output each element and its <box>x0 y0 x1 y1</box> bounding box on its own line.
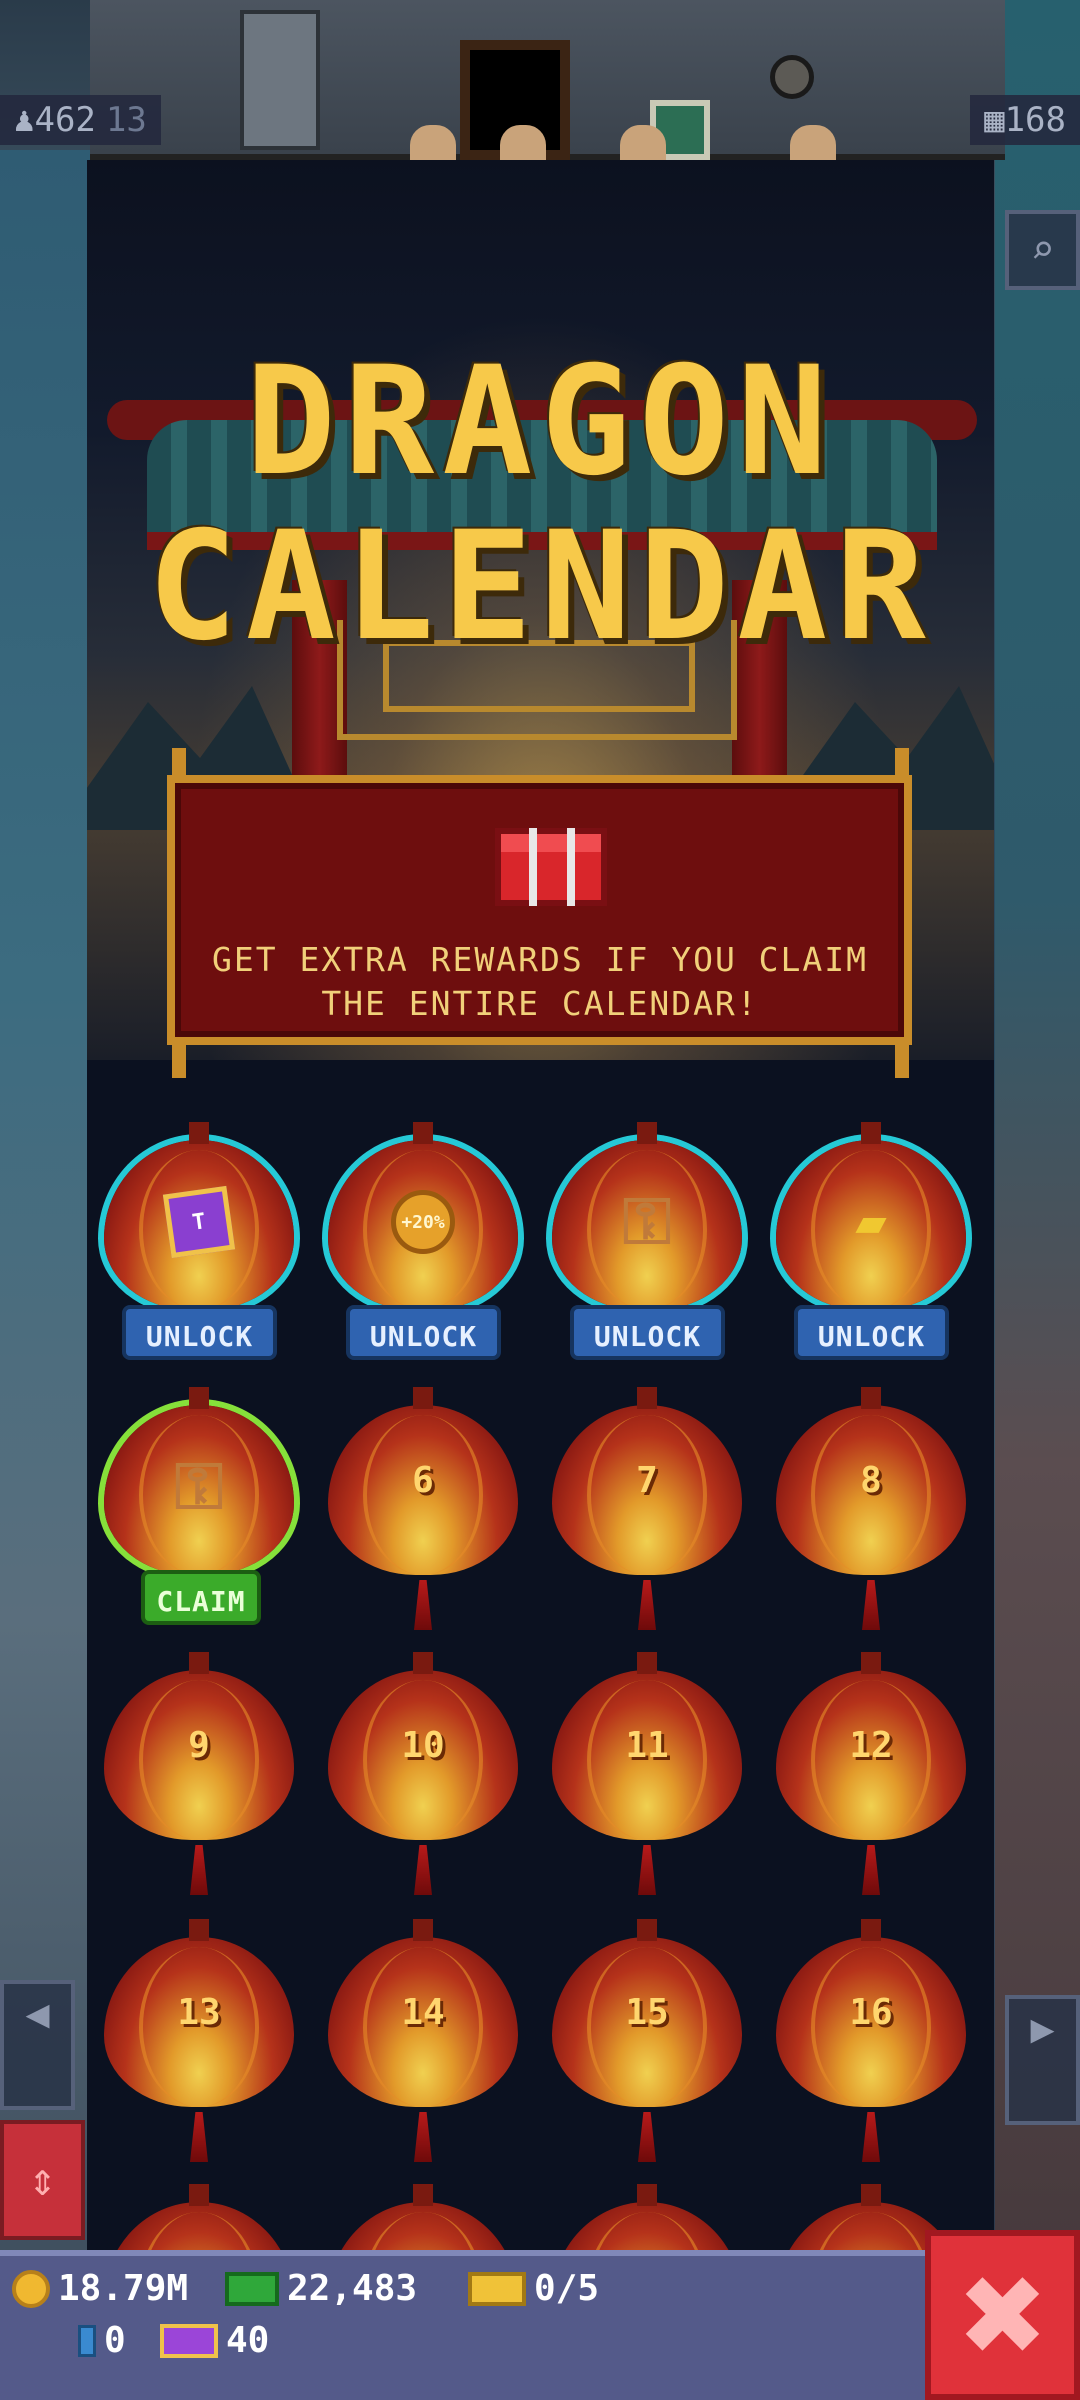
lantern-tassel <box>190 2112 208 2162</box>
key-icon: ⚿ <box>622 1185 672 1259</box>
gold-bars-icon: ▰ <box>855 1192 887 1252</box>
room-window <box>240 10 320 150</box>
lantern-tassel <box>638 1580 656 1630</box>
building-icon: ▦ <box>984 100 1005 140</box>
calendar-day-11[interactable]: 11 <box>552 1650 742 1895</box>
lantern-tassel <box>638 1845 656 1895</box>
population-secondary: 13 <box>105 100 147 140</box>
calendar-day-8[interactable]: 8 <box>776 1385 966 1630</box>
lantern-tassel <box>862 1580 880 1630</box>
calendar-day-3[interactable]: ⚿ UNLOCK <box>552 1120 742 1360</box>
calendar-day-14[interactable]: 14 <box>328 1917 518 2162</box>
bux-icon <box>225 2271 279 2306</box>
day-number: 16 <box>849 1992 893 2033</box>
key-icon: ⚿ <box>174 1450 224 1524</box>
search-button[interactable]: ⌕ <box>1005 210 1080 290</box>
bux-counter[interactable]: 22,483 <box>225 2268 417 2309</box>
calendar-day-4[interactable]: ▰ UNLOCK <box>776 1120 966 1360</box>
calendar-day-17[interactable] <box>104 2182 294 2250</box>
lantern <box>104 2184 294 2250</box>
unlock-button[interactable]: UNLOCK <box>346 1305 501 1360</box>
unlock-button[interactable]: UNLOCK <box>794 1305 949 1360</box>
lantern-tassel <box>638 2112 656 2162</box>
unlock-button[interactable]: UNLOCK <box>122 1305 277 1360</box>
calendar-day-7[interactable]: 7 <box>552 1385 742 1630</box>
top-floor-room <box>90 0 1005 165</box>
lantern <box>552 2184 742 2250</box>
lantern-tassel <box>190 1845 208 1895</box>
calendar-day-13[interactable]: 13 <box>104 1917 294 2162</box>
day-number: 12 <box>849 1725 893 1766</box>
title-line-1: DRAGON <box>245 335 836 509</box>
treasure-chest-icon <box>495 828 607 906</box>
gem-icon <box>78 2324 96 2357</box>
ticket-icon: T <box>162 1185 236 1259</box>
coin-icon <box>12 2269 50 2308</box>
close-button[interactable]: ✖ <box>925 2230 1080 2400</box>
tickets-counter[interactable]: 40 <box>160 2320 269 2361</box>
bitizen-head <box>790 125 836 165</box>
day-number: 7 <box>636 1460 658 1501</box>
left-arrow-icon: ◀ <box>25 1991 50 2037</box>
calendar-day-9[interactable]: 9 <box>104 1650 294 1895</box>
right-building <box>995 0 1080 2250</box>
rewards-banner: GET EXTRA REWARDS IF YOU CLAIM THE ENTIR… <box>167 775 912 1045</box>
updown-arrows-icon: ⇕ <box>28 2152 57 2206</box>
bitizen-head <box>410 125 456 165</box>
golden-tickets-counter[interactable]: 0/5 <box>468 2268 599 2309</box>
room-clock <box>770 55 814 99</box>
golden-ticket-icon <box>468 2271 526 2306</box>
lantern-tassel <box>414 1845 432 1895</box>
calendar-day-18[interactable] <box>328 2182 518 2250</box>
calendar-day-19[interactable] <box>552 2182 742 2250</box>
lantern-tassel <box>862 1845 880 1895</box>
elevator-right-button[interactable]: ▶ <box>1005 1995 1080 2125</box>
elevator-left-button[interactable]: ◀ <box>0 1980 75 2110</box>
lantern <box>328 2184 518 2250</box>
header-art: DRAGON CALENDAR GET EXTRA REWARDS IF YOU… <box>87 160 994 1078</box>
calendar-day-15[interactable]: 15 <box>552 1917 742 2162</box>
population-counter[interactable]: ♟462 13 <box>0 95 161 145</box>
bitizen-head <box>620 125 666 165</box>
calendar-day-16[interactable]: 16 <box>776 1917 966 2162</box>
right-arrow-icon: ▶ <box>1030 2006 1055 2052</box>
calendar-day-12[interactable]: 12 <box>776 1650 966 1895</box>
lantern-tassel <box>414 1580 432 1630</box>
floors-counter[interactable]: ▦168 <box>970 95 1080 145</box>
elevator-updown-button[interactable]: ⇕ <box>0 2120 85 2240</box>
calendar-day-5[interactable]: ⚿ CLAIM <box>104 1385 294 1625</box>
magnifier-icon: ⌕ <box>1030 227 1055 273</box>
calendar-day-10[interactable]: 10 <box>328 1650 518 1895</box>
day-number: 10 <box>401 1725 445 1766</box>
day-number: 8 <box>860 1460 882 1501</box>
day-number: 14 <box>401 1992 445 2033</box>
unlock-button[interactable]: UNLOCK <box>570 1305 725 1360</box>
dragon-calendar-panel: DRAGON CALENDAR GET EXTRA REWARDS IF YOU… <box>87 160 994 2250</box>
person-icon: ♟ <box>14 100 35 140</box>
title-line-2: CALENDAR <box>147 500 934 674</box>
day-number: 6 <box>412 1460 434 1501</box>
bitizen-head <box>500 125 546 165</box>
gems-counter[interactable]: 0 <box>78 2320 126 2361</box>
calendar-day-1[interactable]: T UNLOCK <box>104 1120 294 1360</box>
close-icon: ✖ <box>956 2252 1049 2380</box>
left-building <box>0 150 90 2250</box>
day-number: 13 <box>177 1992 221 2033</box>
claim-button[interactable]: CLAIM <box>141 1570 261 1625</box>
day-number: 9 <box>188 1725 210 1766</box>
calendar-day-2[interactable]: +20% UNLOCK <box>328 1120 518 1360</box>
coin-bonus-icon: +20% <box>391 1190 455 1254</box>
day-number: 11 <box>625 1725 669 1766</box>
lantern-tassel <box>414 2112 432 2162</box>
lantern-tassel <box>862 2112 880 2162</box>
resource-bar: 18.79M 22,483 0/5 0 40 <box>0 2250 925 2400</box>
calendar-day-6[interactable]: 6 <box>328 1385 518 1630</box>
ticket-icon <box>160 2323 218 2358</box>
coins-counter[interactable]: 18.79M <box>12 2268 188 2309</box>
banner-text: GET EXTRA REWARDS IF YOU CLAIM THE ENTIR… <box>211 940 869 1023</box>
day-number: 15 <box>625 1992 669 2033</box>
